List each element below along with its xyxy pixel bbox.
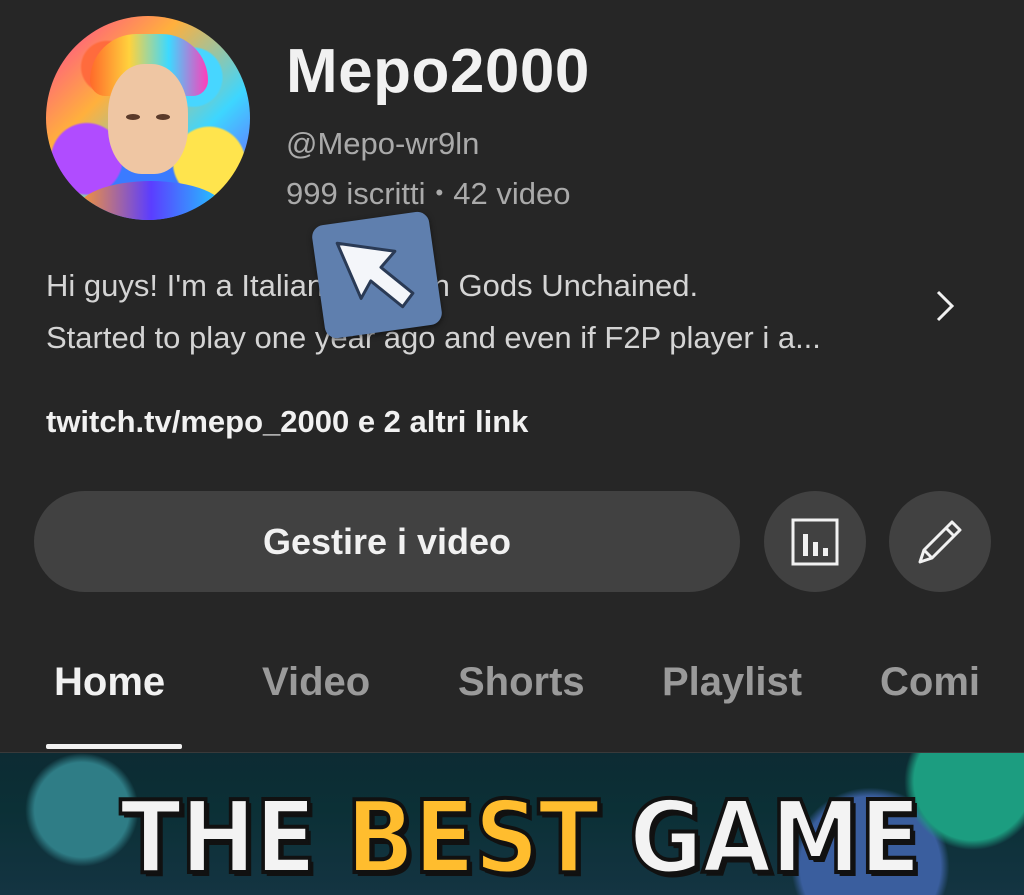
subscriber-count: 999 iscritti	[286, 176, 426, 211]
avatar-eye	[126, 114, 140, 120]
tab-playlist[interactable]: Playlist	[662, 660, 802, 705]
avatar-eye	[156, 114, 170, 120]
thumbnail-word: BEST	[344, 777, 601, 895]
channel-tabs: Home Video Shorts Playlist Comi	[0, 648, 1024, 752]
chevron-right-icon[interactable]	[930, 286, 960, 326]
tab-home[interactable]: Home	[54, 660, 165, 705]
thumbnail-word: GAME	[627, 777, 922, 895]
channel-description[interactable]: Hi guys! I'm a Italian player in Gods Un…	[46, 260, 906, 364]
description-line: Started to play one year ago and even if…	[46, 320, 821, 355]
channel-stats: 999 iscritti • 42 video	[286, 176, 570, 212]
tab-shorts[interactable]: Shorts	[458, 660, 585, 705]
video-count: 42 video	[453, 176, 571, 211]
featured-video-thumbnail[interactable]: THE BEST GAME	[0, 753, 1024, 895]
mouse-cursor-icon	[310, 210, 444, 340]
channel-name: Mepo2000	[286, 37, 590, 106]
stats-separator: •	[435, 180, 444, 205]
channel-avatar[interactable]	[46, 16, 250, 220]
tab-community[interactable]: Comi	[880, 660, 984, 705]
avatar-face	[108, 64, 188, 174]
analytics-icon	[791, 518, 839, 565]
tab-video[interactable]: Video	[262, 660, 370, 705]
channel-links[interactable]: twitch.tv/mepo_2000 e 2 altri link	[46, 404, 528, 440]
analytics-button[interactable]	[764, 491, 866, 592]
active-tab-indicator	[46, 744, 182, 749]
description-line: Hi guys! I'm a Italian player in Gods Un…	[46, 268, 699, 303]
thumbnail-word: THE	[118, 777, 318, 895]
channel-handle: @Mepo-wr9ln	[286, 126, 480, 161]
thumbnail-title: THE BEST GAME	[118, 777, 923, 895]
manage-videos-button[interactable]: Gestire i video	[34, 491, 740, 592]
edit-channel-button[interactable]	[889, 491, 991, 592]
manage-videos-label: Gestire i video	[262, 520, 512, 562]
pencil-icon	[918, 520, 962, 563]
avatar-shirt	[76, 181, 226, 220]
